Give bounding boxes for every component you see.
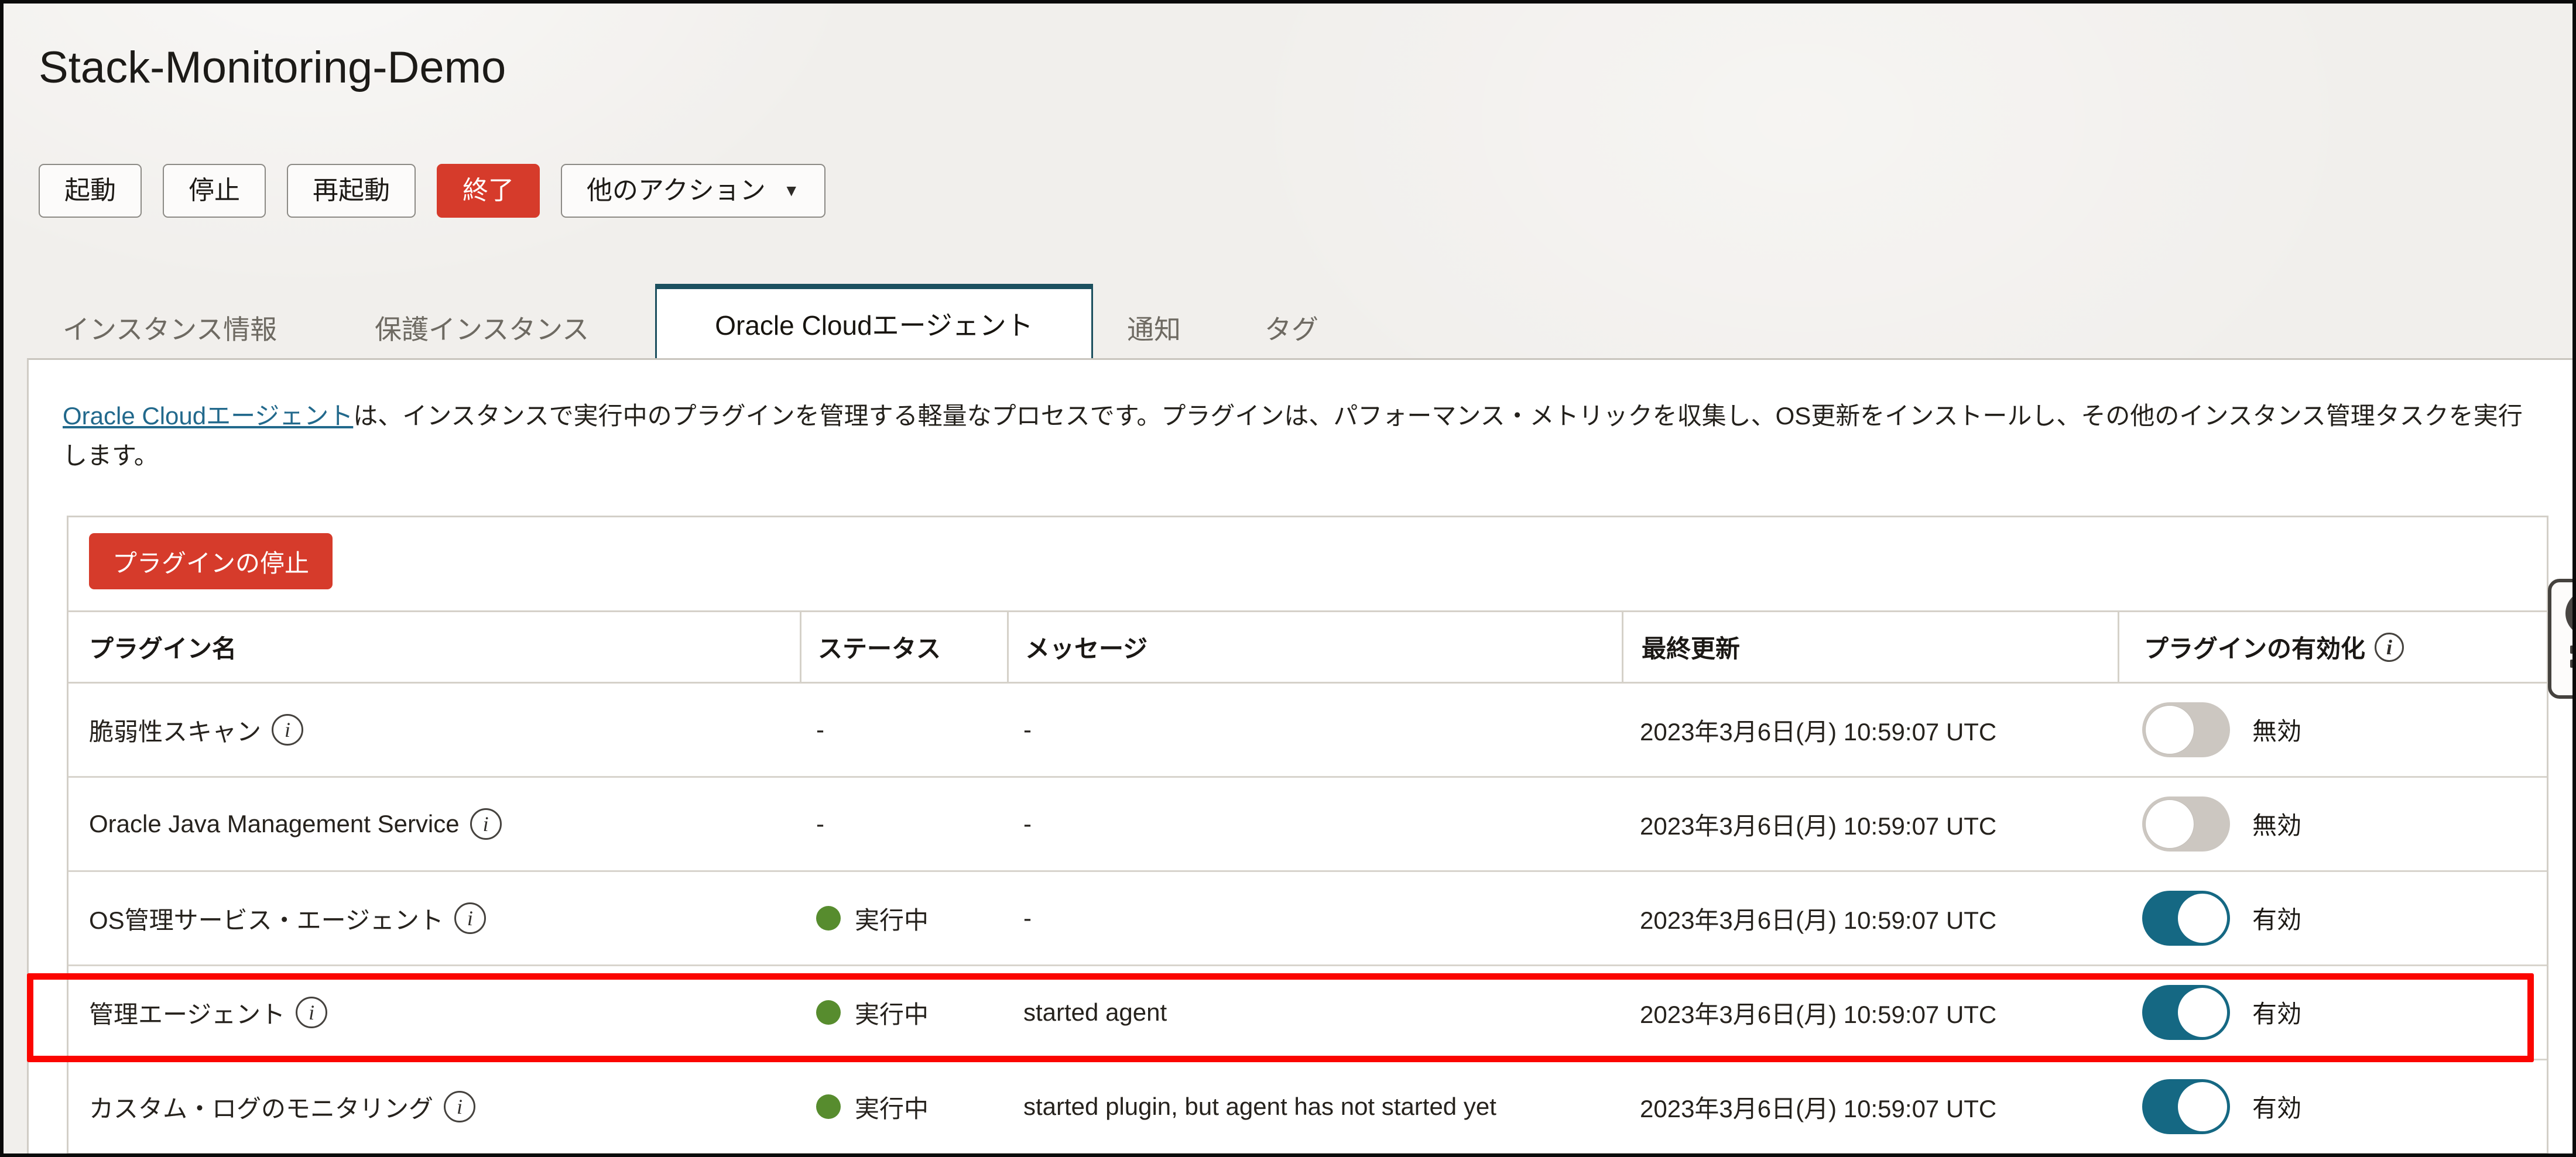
column-header-status: ステータス — [800, 612, 1007, 682]
status-cell: 実行中 — [800, 966, 1007, 1059]
table-row: 脆弱性スキャン i - - 2023年3月6日(月) 10:59:07 UTC … — [68, 684, 2547, 778]
plugins-table-card: プラグインの停止 プラグイン名 ステータス メッセージ 最終更新 プラグインの有… — [67, 516, 2548, 1155]
table-header-row: プラグイン名 ステータス メッセージ 最終更新 プラグインの有効化 i — [68, 610, 2547, 684]
table-row-highlighted: 管理エージェント i 実行中 started agent 2023年3月6日(月… — [68, 966, 2547, 1060]
table-row: カスタム・ログのモニタリング i 実行中 started plugin, but… — [68, 1060, 2547, 1155]
message-cell: - — [1007, 872, 1622, 964]
page-title: Stack-Monitoring-Demo — [39, 42, 506, 93]
status-cell: 実行中 — [800, 1060, 1007, 1153]
info-icon[interactable]: i — [454, 902, 486, 934]
status-cell: - — [800, 778, 1007, 870]
toggle-knob — [2145, 799, 2194, 849]
status-dot — [816, 1094, 841, 1119]
floating-widget[interactable] — [2548, 579, 2576, 699]
agent-description-text: は、インスタンスで実行中のプラグインを管理する軽量なプロセスです。プラグインは、… — [63, 402, 2523, 469]
instance-details-page: Stack-Monitoring-Demo 起動 停止 再起動 終了 他のアクシ… — [0, 0, 2576, 1157]
reboot-button[interactable]: 再起動 — [287, 164, 416, 218]
tab-notifications[interactable]: 通知 — [1127, 308, 1181, 347]
plugin-name-cell: OS管理サービス・エージェント i — [68, 872, 800, 964]
table-row: OS管理サービス・エージェント i 実行中 - 2023年3月6日(月) 10:… — [68, 872, 2547, 966]
toggle-state-label: 有効 — [2252, 1089, 2301, 1124]
info-icon[interactable]: i — [444, 1091, 475, 1122]
tab-shielded-instance[interactable]: 保護インスタンス — [375, 308, 589, 347]
terminate-button[interactable]: 終了 — [437, 164, 540, 218]
plugin-toggle[interactable] — [2142, 891, 2230, 946]
plugin-toggle[interactable] — [2142, 796, 2230, 852]
toggle-state-label: 有効 — [2252, 900, 2301, 936]
plugin-name-cell: Oracle Java Management Service i — [68, 778, 800, 870]
updated-cell: 2023年3月6日(月) 10:59:07 UTC — [1622, 1060, 2118, 1153]
toggle-state-label: 無効 — [2252, 712, 2301, 747]
info-icon[interactable]: i — [2375, 633, 2404, 662]
updated-cell: 2023年3月6日(月) 10:59:07 UTC — [1622, 778, 2118, 870]
widget-bar-icon — [2570, 646, 2576, 654]
tab-content-panel: Oracle Cloudエージェントは、インスタンスで実行中のプラグインを管理す… — [27, 358, 2572, 1153]
tab-instance-info[interactable]: インスタンス情報 — [63, 308, 277, 347]
agent-description: Oracle Cloudエージェントは、インスタンスで実行中のプラグインを管理す… — [63, 396, 2539, 476]
column-header-message: メッセージ — [1007, 612, 1622, 682]
more-actions-button[interactable]: 他のアクション ▼ — [561, 164, 825, 218]
more-actions-label: 他のアクション — [587, 178, 766, 204]
oracle-cloud-agent-link[interactable]: Oracle Cloudエージェント — [63, 402, 353, 430]
column-header-plugin-name: プラグイン名 — [68, 612, 800, 682]
toggle-knob — [2178, 1082, 2227, 1131]
widget-bar-icon — [2570, 660, 2576, 668]
plugin-name-cell: 管理エージェント i — [68, 966, 800, 1059]
column-header-enabled: プラグインの有効化 i — [2118, 612, 2547, 682]
updated-cell: 2023年3月6日(月) 10:59:07 UTC — [1622, 966, 2118, 1059]
column-header-enabled-label: プラグインの有効化 — [2144, 629, 2365, 665]
status-cell: - — [800, 684, 1007, 776]
message-cell: started agent — [1007, 966, 1622, 1059]
plugins-toolbar: プラグインの停止 — [68, 517, 2547, 610]
tab-oracle-cloud-agent[interactable]: Oracle Cloudエージェント — [655, 284, 1093, 358]
plugin-toggle[interactable] — [2142, 1079, 2230, 1134]
updated-cell: 2023年3月6日(月) 10:59:07 UTC — [1622, 684, 2118, 776]
plugin-name-cell: 脆弱性スキャン i — [68, 684, 800, 776]
toggle-knob — [2145, 705, 2194, 754]
message-cell: - — [1007, 778, 1622, 870]
toggle-knob — [2178, 894, 2227, 943]
updated-cell: 2023年3月6日(月) 10:59:07 UTC — [1622, 872, 2118, 964]
enable-cell: 有効 — [2118, 966, 2547, 1059]
toggle-state-label: 有効 — [2252, 994, 2301, 1030]
stop-button[interactable]: 停止 — [163, 164, 266, 218]
info-icon[interactable]: i — [470, 808, 502, 840]
enable-cell: 有効 — [2118, 872, 2547, 964]
info-icon[interactable]: i — [296, 997, 327, 1028]
toggle-knob — [2178, 988, 2227, 1037]
column-header-updated: 最終更新 — [1622, 612, 2118, 682]
message-cell: - — [1007, 684, 1622, 776]
chevron-down-icon: ▼ — [783, 183, 800, 199]
stop-plugin-button[interactable]: プラグインの停止 — [89, 533, 333, 589]
toggle-state-label: 無効 — [2252, 806, 2301, 842]
enable-cell: 有効 — [2118, 1060, 2547, 1153]
plugin-name-cell: カスタム・ログのモニタリング i — [68, 1060, 800, 1153]
status-dot — [816, 906, 841, 931]
info-icon[interactable]: i — [272, 714, 303, 746]
enable-cell: 無効 — [2118, 684, 2547, 776]
status-cell: 実行中 — [800, 872, 1007, 964]
plugin-toggle[interactable] — [2142, 985, 2230, 1040]
tab-tags[interactable]: タグ — [1265, 308, 1318, 347]
status-dot — [816, 1000, 841, 1025]
start-button[interactable]: 起動 — [39, 164, 142, 218]
globe-icon — [2565, 590, 2576, 636]
message-cell: started plugin, but agent has not starte… — [1007, 1060, 1622, 1153]
enable-cell: 無効 — [2118, 778, 2547, 870]
plugin-toggle[interactable] — [2142, 702, 2230, 757]
action-button-row: 起動 停止 再起動 終了 他のアクション ▼ — [39, 164, 825, 218]
table-row: Oracle Java Management Service i - - 202… — [68, 778, 2547, 872]
